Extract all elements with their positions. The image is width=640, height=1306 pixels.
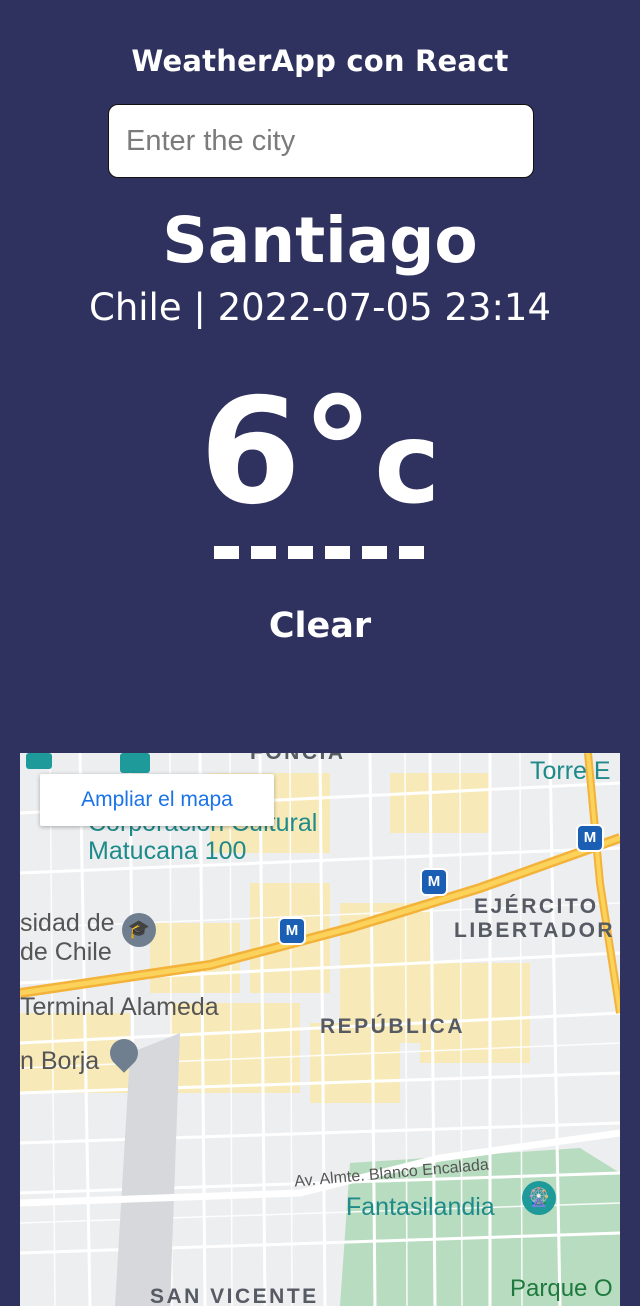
app-title: WeatherApp con React	[131, 44, 509, 78]
temperature-unit: c	[374, 399, 441, 529]
temperature-value: 6°	[199, 367, 375, 537]
map-label-san-vicente: SAN VICENTE	[150, 1285, 319, 1306]
map-label-universidad: sidad de de Chile	[20, 909, 115, 967]
map-label-torre: Torre E	[530, 757, 611, 785]
temperature: 6°c	[0, 372, 640, 533]
map-label-ejercito-line-1: EJÉRCITO	[474, 895, 599, 918]
map-label-fantasilandia: Fantasilandia	[346, 1193, 495, 1221]
expand-map-button[interactable]: Ampliar el mapa	[40, 774, 274, 826]
map-label-borja: n Borja	[20, 1047, 100, 1075]
city-search-input[interactable]	[108, 104, 534, 178]
metro-icon[interactable]: M	[422, 870, 446, 894]
weather-condition: Clear	[268, 606, 372, 646]
map-label-ejercito-line-2: LIBERTADOR	[454, 919, 616, 943]
map[interactable]: FONCIA Torre E Corporación Cultural Matu…	[20, 753, 620, 1306]
map-label-terminal: Terminal Alameda	[20, 993, 219, 1021]
city-name: Santiago	[162, 204, 478, 277]
map-label-matucana: Matucana 100	[88, 837, 247, 865]
country-datetime: Chile | 2022-07-05 23:14	[88, 286, 551, 329]
map-label-ejercito: EJÉRCITO LIBERTADOR	[454, 895, 615, 943]
dashed-divider	[214, 546, 427, 559]
map-label-universidad-line-2: de Chile	[20, 937, 112, 966]
map-label-republica: REPÚBLICA	[320, 1015, 466, 1038]
metro-icon[interactable]: M	[578, 826, 602, 850]
map-label-top: FONCIA	[250, 753, 346, 765]
map-label-parque: Parque O	[510, 1275, 613, 1302]
metro-icon[interactable]: M	[280, 919, 304, 943]
graduation-cap-icon[interactable]: 🎓	[122, 913, 156, 947]
amusement-park-icon[interactable]: 🎡	[522, 1181, 556, 1215]
map-label-universidad-line-1: sidad de	[20, 909, 115, 937]
